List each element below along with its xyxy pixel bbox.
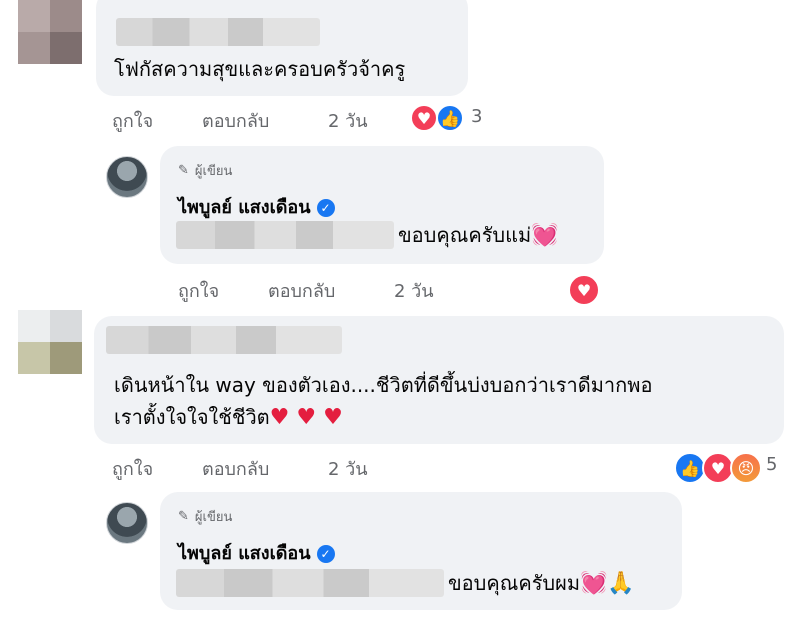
author-avatar[interactable]: [106, 502, 148, 544]
heart-icon[interactable]: ♥: [410, 104, 438, 132]
pencil-icon: ✎: [178, 163, 189, 178]
reply-button[interactable]: ตอบกลับ: [268, 276, 335, 305]
reaction-count[interactable]: 3: [471, 106, 482, 127]
like-button[interactable]: ถูกใจ: [178, 276, 219, 305]
timestamp[interactable]: 2 วัน: [394, 276, 434, 305]
timestamp[interactable]: 2 วัน: [328, 106, 368, 135]
commenter-avatar[interactable]: [18, 0, 82, 64]
comment-text-line2: เราตั้งใจใจใช้ชีวิต♥ ♥ ♥: [114, 405, 343, 430]
reply-button[interactable]: ตอบกลับ: [202, 454, 269, 483]
verified-icon: ✓: [316, 545, 335, 563]
comment-text: เดินหน้าใน way ของตัวเอง....ชีวิตที่ดีขึ…: [114, 373, 653, 397]
angry-icon[interactable]: 😠: [730, 452, 762, 484]
redacted-name: [106, 326, 342, 354]
redacted-name: [116, 18, 320, 46]
verified-icon: ✓: [316, 199, 335, 217]
reply-text: ขอบคุณครับผม💓🙏: [448, 571, 635, 596]
author-badge: ✎ ผู้เขียน: [178, 509, 233, 525]
timestamp[interactable]: 2 วัน: [328, 454, 368, 483]
pencil-icon: ✎: [178, 509, 189, 524]
reply-text: ขอบคุณครับแม่💓: [398, 223, 559, 248]
redacted-mention: [176, 221, 394, 249]
heart-icon[interactable]: ♥: [568, 274, 600, 306]
author-badge: ✎ ผู้เขียน: [178, 163, 233, 179]
reaction-count[interactable]: 5: [766, 454, 777, 475]
redacted-mention: [176, 569, 444, 597]
like-icon[interactable]: 👍: [436, 104, 464, 132]
author-name[interactable]: ไพบูลย์ แสงเดือน ✓: [178, 538, 335, 567]
comment-text: โฟกัสความสุขและครอบครัวจ้าครู: [114, 57, 406, 81]
author-avatar[interactable]: [106, 156, 148, 198]
heart-pray-emoji-icon: 💓🙏: [580, 571, 635, 596]
like-button[interactable]: ถูกใจ: [112, 106, 153, 135]
author-name[interactable]: ไพบูลย์ แสงเดือน ✓: [178, 192, 335, 221]
reply-button[interactable]: ตอบกลับ: [202, 106, 269, 135]
like-button[interactable]: ถูกใจ: [112, 454, 153, 483]
heart-emoji-icon: 💓: [531, 223, 559, 248]
commenter-avatar[interactable]: [18, 310, 82, 374]
heart-emoji-icon: ♥ ♥ ♥: [269, 405, 343, 430]
